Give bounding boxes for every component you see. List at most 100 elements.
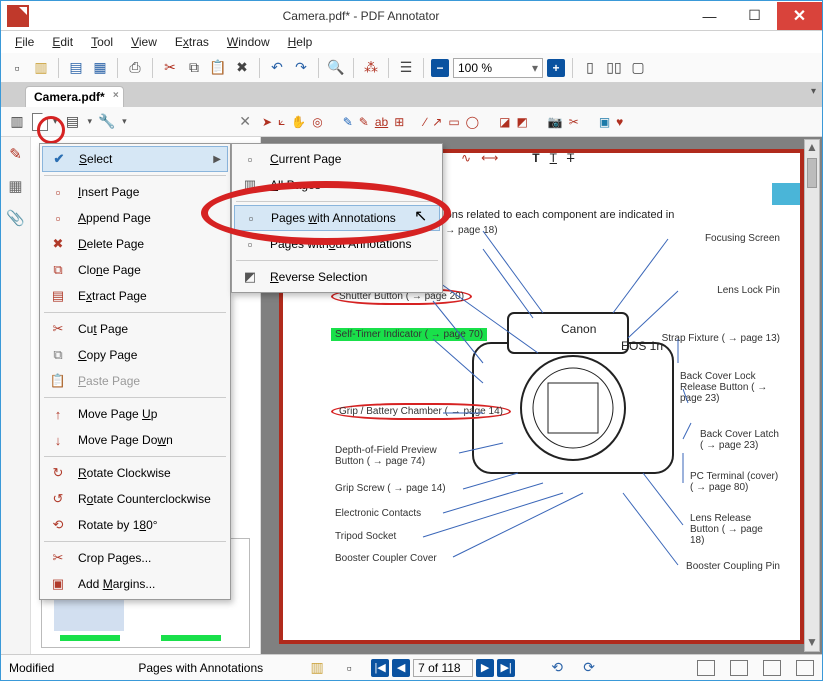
tabs-overflow-icon[interactable]: ▾	[811, 86, 816, 97]
attach-icon[interactable]: 📎	[6, 209, 25, 227]
last-page-button[interactable]: ▶|	[497, 659, 515, 677]
print-icon[interactable]: ⎙	[125, 58, 145, 78]
menu-select[interactable]: Select ▶	[42, 146, 228, 172]
paste-icon[interactable]: 📋	[208, 58, 228, 78]
menu-tool[interactable]: Tool	[83, 33, 121, 51]
text-tool-icon[interactable]: ab	[375, 115, 388, 129]
view-book-icon[interactable]	[796, 660, 814, 676]
zoom-field[interactable]: 100 %▾	[453, 58, 543, 78]
menu-copy-page[interactable]: ⧉Copy Page	[42, 342, 228, 368]
fwd-view-button[interactable]: ⟳	[579, 658, 599, 678]
prev-page-button[interactable]: ◀	[392, 659, 410, 677]
image-tool-icon[interactable]: ▣	[599, 115, 610, 129]
svg-text:EOS 1n: EOS 1n	[621, 339, 663, 353]
dimension-tool-icon[interactable]: ⟷	[481, 151, 498, 165]
view-single-icon[interactable]	[697, 660, 715, 676]
menu-paste-page[interactable]: 📋Paste Page	[42, 368, 228, 394]
wrench-icon[interactable]: 🔧	[97, 112, 117, 132]
view-facing-icon[interactable]	[763, 660, 781, 676]
singlepage-icon[interactable]: ▯	[580, 58, 600, 78]
hand-tool-icon[interactable]: ✋	[291, 115, 306, 129]
list-icon[interactable]: ☰	[396, 58, 416, 78]
back-view-button[interactable]: ⟲	[547, 658, 567, 678]
first-page-button[interactable]: |◀	[371, 659, 389, 677]
split-eraser-icon[interactable]: ◩	[516, 115, 527, 129]
open-icon[interactable]: ▥	[31, 58, 51, 78]
menu-rotate-180[interactable]: ⟲Rotate by 180°	[42, 512, 228, 538]
favorite-tool-icon[interactable]: ♥	[616, 115, 623, 129]
pointer-tool-icon[interactable]: ➤	[262, 115, 272, 129]
submenu-reverse-selection[interactable]: ◩Reverse Selection	[234, 264, 440, 290]
strike-icon[interactable]: T	[567, 151, 574, 165]
menu-delete-page[interactable]: ✖Delete Page	[42, 231, 228, 257]
tab-close-icon[interactable]: ×	[113, 90, 119, 101]
menu-help[interactable]: Help	[280, 33, 321, 51]
zoom-in-button[interactable]: +	[547, 59, 565, 77]
redo-icon[interactable]: ↷	[291, 58, 311, 78]
menu-extract-page[interactable]: ▤Extract Page	[42, 283, 228, 309]
menu-rotate-cw[interactable]: ↻Rotate Clockwise	[42, 460, 228, 486]
zoom-out-button[interactable]: −	[431, 59, 449, 77]
new-icon[interactable]: ▫	[7, 58, 27, 78]
vertical-scrollbar[interactable]: ▲ ▼	[804, 139, 820, 652]
menu-add-margins[interactable]: ▣Add Margins...	[42, 571, 228, 597]
pen-tool-icon[interactable]: ✎	[343, 115, 353, 129]
menu-clone-page[interactable]: ⧉Clone Page	[42, 257, 228, 283]
fullscreen-icon[interactable]: ▢	[628, 58, 648, 78]
saveas-icon[interactable]: ▦	[90, 58, 110, 78]
menu-rotate-ccw[interactable]: ↺Rotate Counterclockwise	[42, 486, 228, 512]
menu-cut-page[interactable]: ✂Cut Page	[42, 316, 228, 342]
minimize-button[interactable]	[687, 2, 732, 30]
highlighter-tool-icon[interactable]: ✎	[359, 115, 369, 129]
menu-edit[interactable]: Edit	[44, 33, 81, 51]
ellipse-tool-icon[interactable]: ◯	[466, 115, 479, 129]
save-icon[interactable]: ▤	[66, 58, 86, 78]
undo-icon[interactable]: ↶	[267, 58, 287, 78]
page-number-field[interactable]: 7 of 118	[413, 659, 473, 677]
submenu-current-page[interactable]: ▫Current Page	[234, 146, 440, 172]
close-button[interactable]	[777, 2, 822, 30]
eraser-tool-icon[interactable]: ◪	[499, 115, 510, 129]
status-doc-icon[interactable]: ▫	[339, 658, 359, 678]
sidebar-toggle-icon[interactable]: ▥	[7, 112, 27, 132]
find-icon[interactable]: 🔍	[326, 58, 346, 78]
menu-append-page[interactable]: ▫Append Page	[42, 205, 228, 231]
tab-document[interactable]: Camera.pdf* ×	[25, 86, 124, 107]
menu-window[interactable]: Window	[219, 33, 278, 51]
arrow-tool-icon[interactable]: ↗	[432, 115, 442, 129]
lasso-tool-icon[interactable]: ⟀	[278, 114, 285, 129]
menu-view[interactable]: View	[123, 33, 165, 51]
layout-icon[interactable]: ▤	[63, 112, 83, 132]
line-tool-icon[interactable]: ∕	[424, 115, 426, 129]
bookmark-icon[interactable]: ⁂	[361, 58, 381, 78]
submenu-pages-without-annotations[interactable]: ▫Pages without Annotations	[234, 231, 440, 257]
crop-tool-icon[interactable]: ✂	[569, 115, 579, 129]
snapshot-tool-icon[interactable]: ◎	[312, 115, 322, 129]
menu-move-up[interactable]: ↑Move Page Up	[42, 401, 228, 427]
twopage-icon[interactable]: ▯▯	[604, 58, 624, 78]
maximize-button[interactable]	[732, 2, 777, 30]
underline-icon[interactable]: T	[550, 151, 557, 165]
pen-favorite-icon[interactable]: ✎	[9, 145, 22, 163]
copy-icon[interactable]: ⧉	[184, 58, 204, 78]
curve-tool-icon[interactable]: ∿	[461, 151, 471, 165]
bold-icon[interactable]: T	[532, 151, 539, 165]
page-icon[interactable]	[32, 113, 48, 131]
menu-move-down[interactable]: ↓Move Page Down	[42, 427, 228, 453]
camera-tool-icon[interactable]: 📷	[548, 115, 563, 129]
next-page-button[interactable]: ▶	[476, 659, 494, 677]
status-page-icon[interactable]: ▥	[307, 658, 327, 678]
rect-tool-icon[interactable]: ▭	[448, 115, 459, 129]
menu-file[interactable]: File	[7, 33, 42, 51]
panel-close-icon[interactable]: ✕	[239, 113, 257, 130]
submenu-pages-with-annotations[interactable]: ▫Pages with Annotations	[234, 205, 440, 231]
toolbox-icon[interactable]: ▦	[8, 177, 22, 195]
menu-extras[interactable]: Extras	[167, 33, 217, 51]
stamp-tool-icon[interactable]: ⊞	[394, 115, 404, 129]
menu-insert-page[interactable]: ▫Insert Page	[42, 179, 228, 205]
delete-icon[interactable]: ✖	[232, 58, 252, 78]
view-continuous-icon[interactable]	[730, 660, 748, 676]
menu-crop-pages[interactable]: ✂Crop Pages...	[42, 545, 228, 571]
cut-icon[interactable]: ✂	[160, 58, 180, 78]
submenu-all-pages[interactable]: ▥All Pages	[234, 172, 440, 198]
